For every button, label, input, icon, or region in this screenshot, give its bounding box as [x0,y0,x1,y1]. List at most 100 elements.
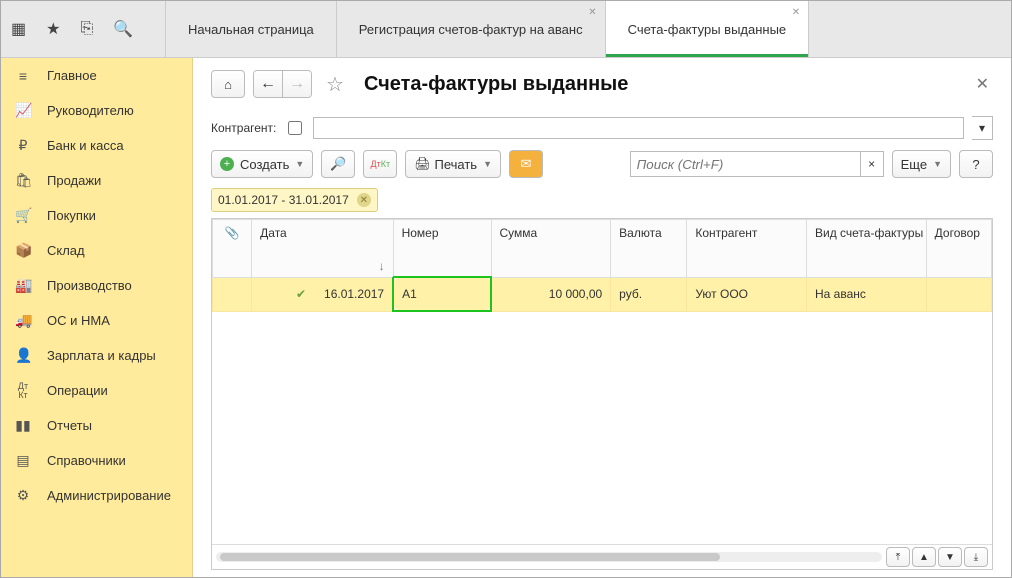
favorite-star-icon[interactable]: ☆ [320,72,350,97]
sidebar-item-main[interactable]: ≡ Главное [1,58,192,93]
close-page-button[interactable]: ✕ [972,70,993,98]
more-button-label: Еще [901,157,927,172]
factory-icon: 🏭 [15,277,31,294]
create-button-label: Создать [240,157,289,172]
sidebar-item-assets[interactable]: 🚚 ОС и НМА [1,303,192,338]
sidebar-item-label: Банк и касса [47,138,124,153]
date-range-chip[interactable]: 01.01.2017 - 31.01.2017 ✕ [211,188,378,212]
forward-button[interactable]: → [282,71,311,97]
scroll-bottom-button[interactable]: ⤓ [964,547,988,567]
clear-date-icon[interactable]: ✕ [357,193,371,207]
sidebar-item-label: Производство [47,278,132,293]
sidebar-item-warehouse[interactable]: 📦 Склад [1,233,192,268]
sidebar-item-manager[interactable]: 📈 Руководителю [1,93,192,128]
tab-registration[interactable]: Регистрация счетов-фактур на аванс ✕ [336,1,605,57]
column-contract[interactable]: Договор [926,220,991,278]
search-clear-button[interactable]: × [860,151,884,177]
bag-icon: 🛍 [15,172,31,189]
sidebar-item-label: Операции [47,383,108,398]
sidebar-item-label: Справочники [47,453,126,468]
create-button[interactable]: + Создать ▼ [211,150,313,178]
tab-invoices-issued[interactable]: Счета-фактуры выданные ✕ [605,1,809,57]
sidebar-item-purchases[interactable]: 🛒 Покупки [1,198,192,233]
column-number[interactable]: Номер [393,220,491,278]
search-input[interactable] [630,151,860,177]
more-button[interactable]: Еще ▼ [892,150,951,178]
column-header-label: Дата [260,226,287,240]
close-icon[interactable]: ✕ [588,7,596,18]
sidebar-item-hr[interactable]: 👤 Зарплата и кадры [1,338,192,373]
sidebar-item-sales[interactable]: 🛍 Продажи [1,163,192,198]
printer-icon: 🖨 [414,156,431,172]
column-counterparty[interactable]: Контрагент [687,220,807,278]
sidebar-item-references[interactable]: ▤ Справочники [1,443,192,478]
nav-history: ← → [253,70,312,98]
scroll-down-button[interactable]: ▼ [938,547,962,567]
sidebar-item-label: Отчеты [47,418,92,433]
cell-date: 16.01.2017 [324,287,384,301]
clipboard-icon[interactable]: ⎘ [76,16,97,42]
tab-invoices-label: Счета-фактуры выданные [628,22,787,37]
sidebar-item-label: Продажи [47,173,101,188]
counterparty-filter-input[interactable] [313,117,964,139]
sidebar-item-label: Зарплата и кадры [47,348,156,363]
sidebar-item-bank[interactable]: ₽ Банк и касса [1,128,192,163]
cell-currency: руб. [611,277,687,311]
apps-icon[interactable]: ▦ [7,15,30,43]
tab-home[interactable]: Начальная страница [165,1,336,57]
dtkt-button[interactable]: ДтКт [363,150,397,178]
counterparty-filter-checkbox[interactable] [288,121,302,135]
column-type[interactable]: Вид счета-фактуры [807,220,927,278]
date-range-label: 01.01.2017 - 31.01.2017 [218,193,349,207]
horizontal-scrollbar[interactable] [216,552,882,562]
chevron-down-icon: ▼ [295,159,304,169]
column-date[interactable]: Дата ↓ [252,220,393,278]
scroll-top-button[interactable]: ⤒ [886,547,910,567]
sidebar-item-label: ОС и НМА [47,313,110,328]
column-sum[interactable]: Сумма [491,220,611,278]
sidebar-item-label: Администрирование [47,488,171,503]
sidebar-item-label: Склад [47,243,85,258]
plus-icon: + [220,157,234,171]
column-currency[interactable]: Валюта [611,220,687,278]
documents-table: 📎 Дата ↓ Номер Сумма Валюта Контрагент В… [211,218,993,570]
sidebar-item-label: Покупки [47,208,96,223]
sidebar-item-label: Главное [47,68,97,83]
sidebar-item-production[interactable]: 🏭 Производство [1,268,192,303]
back-button[interactable]: ← [254,71,282,97]
search-icon[interactable]: 🔍 [109,15,137,43]
star-icon[interactable]: ★ [42,15,64,43]
person-icon: 👤 [15,347,31,364]
home-button[interactable]: ⌂ [211,70,245,98]
sort-desc-icon: ↓ [379,259,385,273]
chevron-down-icon: ▼ [483,159,492,169]
chart-icon: 📈 [15,102,31,119]
box-icon: 📦 [15,242,31,259]
counterparty-filter-label: Контрагент: [211,121,276,135]
dtkt-icon: ДтКт [15,382,31,400]
sidebar: ≡ Главное 📈 Руководителю ₽ Банк и касса … [1,58,193,578]
close-icon[interactable]: ✕ [792,7,800,18]
sidebar-item-admin[interactable]: ⚙ Администрирование [1,478,192,513]
chevron-down-icon: ▼ [933,159,942,169]
bars-icon: ▮▮ [15,417,31,434]
truck-icon: 🚚 [15,312,31,329]
scroll-up-button[interactable]: ▲ [912,547,936,567]
counterparty-filter-dropdown[interactable]: ▾ [972,116,993,140]
ruble-icon: ₽ [15,137,31,154]
cell-type: На аванс [807,277,927,311]
cell-sum: 10 000,00 [491,277,611,311]
menu-icon: ≡ [15,68,31,84]
sidebar-item-operations[interactable]: ДтКт Операции [1,373,192,408]
cell-contract [926,277,991,311]
table-row[interactable]: ✔ 16.01.2017 А1 10 000,00 руб. Уют ООО Н… [213,277,992,311]
tab-registration-label: Регистрация счетов-фактур на аванс [359,22,583,37]
print-button[interactable]: 🖨 Печать ▼ [405,150,501,178]
find-by-number-button[interactable]: 🔎 [321,150,355,178]
mail-button[interactable]: ✉ [509,150,543,178]
cell-counterparty: Уют ООО [687,277,807,311]
book-icon: ▤ [15,452,31,469]
column-attach[interactable]: 📎 [213,220,252,278]
sidebar-item-reports[interactable]: ▮▮ Отчеты [1,408,192,443]
help-button[interactable]: ? [959,150,993,178]
